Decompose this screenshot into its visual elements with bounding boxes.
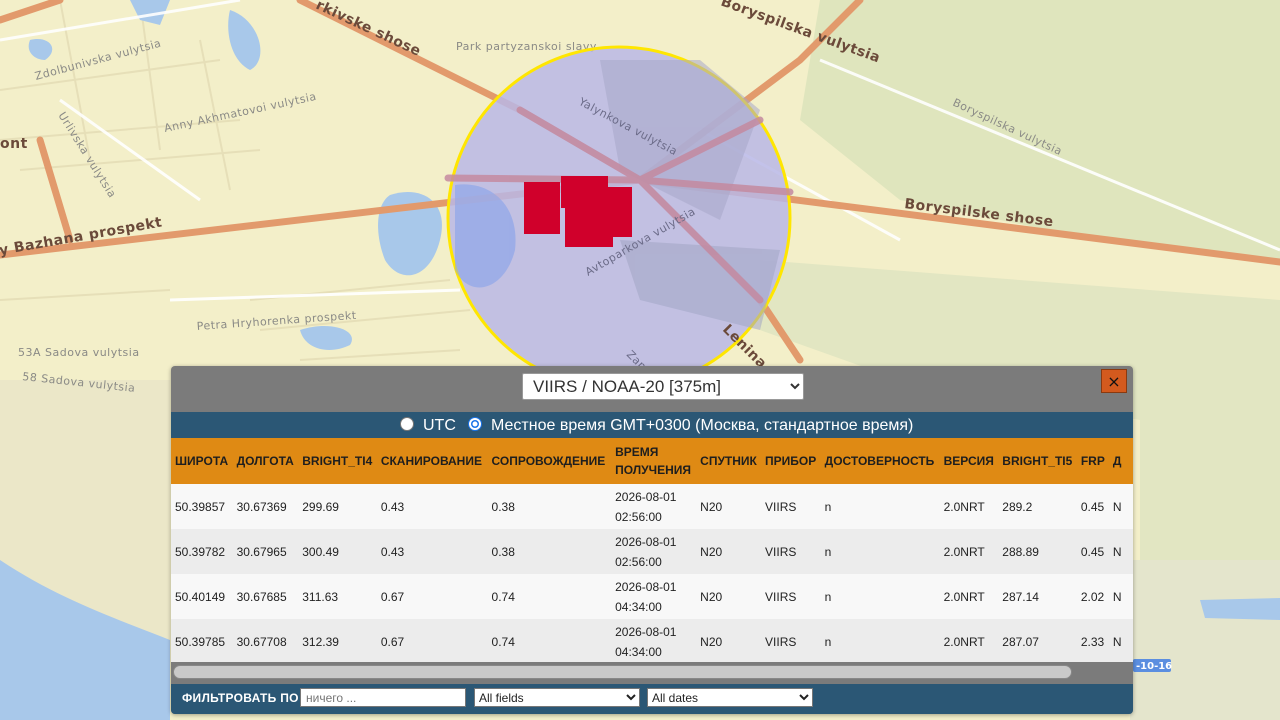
filter-bar: ФИЛЬТРОВАТЬ ПО All fields All dates [171, 684, 1133, 714]
table-cell: N20 [696, 529, 762, 574]
fire-data-panel: VIIRS / NOAA-20 [375m] × UTC Местное вре… [171, 366, 1133, 714]
table-cell: 0.74 [487, 619, 612, 662]
table-cell: 2.33 [1076, 619, 1109, 662]
table-header-row: ШИРОТА ДОЛГОТА BRIGHT_TI4 СКАНИРОВАНИЕ СОПРО… [171, 438, 1133, 484]
table-cell: 2026-08-01 02:56:00 [611, 529, 697, 574]
table-cell: n [820, 484, 940, 529]
table-cell: VIIRS [761, 574, 821, 619]
table-cell: N20 [696, 574, 762, 619]
table-cell: 0.43 [376, 529, 488, 574]
column-header[interactable]: BRIGHT_TI4 [298, 438, 377, 484]
table-cell: 2026-08-01 04:34:00 [611, 574, 697, 619]
table-cell: 0.38 [487, 529, 612, 574]
utc-radio[interactable] [400, 417, 414, 431]
table-cell: 2026-08-01 02:56:00 [611, 484, 697, 529]
fire-data-table[interactable]: ШИРОТА ДОЛГОТА BRIGHT_TI4 СКАНИРОВАНИЕ СОПРО… [171, 438, 1133, 662]
table-cell: 289.2 [998, 484, 1077, 529]
table-cell: N20 [696, 619, 762, 662]
table-cell: 312.39 [298, 619, 377, 662]
column-header[interactable]: ДОЛГОТА [232, 438, 299, 484]
local-time-radio[interactable] [468, 417, 482, 431]
table-cell: n [820, 574, 940, 619]
column-header[interactable]: Д [1108, 438, 1133, 484]
table-cell: 30.67965 [232, 529, 299, 574]
close-button[interactable]: × [1101, 369, 1127, 393]
table-cell: 287.14 [998, 574, 1077, 619]
table-row[interactable]: 50.39785 30.67708 312.39 0.67 0.74 2026-08-01… [171, 619, 1133, 662]
column-header[interactable]: BRIGHT_TI5 [998, 438, 1077, 484]
column-header[interactable]: ШИРОТА [171, 438, 233, 484]
table-cell: 311.63 [298, 574, 377, 619]
sensor-select[interactable]: VIIRS / NOAA-20 [375m] [522, 373, 804, 400]
column-header[interactable]: СПУТНИК [696, 438, 762, 484]
table-cell: 2026-08-01 04:34:00 [611, 619, 697, 662]
close-icon: × [1107, 372, 1121, 391]
column-header[interactable]: ПРИБОР [761, 438, 821, 484]
table-cell: N [1108, 619, 1133, 662]
column-header[interactable]: ДОСТОВЕРНОСТЬ [820, 438, 940, 484]
table-cell: N [1108, 484, 1133, 529]
table-cell: 2.0NRT [939, 529, 999, 574]
table-cell: VIIRS [761, 529, 821, 574]
table-cell: 0.45 [1076, 529, 1109, 574]
map-label: ont [0, 136, 28, 152]
table-cell: n [820, 529, 940, 574]
column-header[interactable]: СОПРОВОЖДЕНИЕ [487, 438, 612, 484]
column-header[interactable]: ВРЕМЯ ПОЛУЧЕНИЯ [611, 438, 697, 484]
timezone-bar: UTC Местное время GMT+0300 (Москва, стан… [171, 412, 1133, 438]
table-cell: N20 [696, 484, 762, 529]
table-cell: 287.07 [998, 619, 1077, 662]
table-row[interactable]: 50.39782 30.67965 300.49 0.43 0.38 2026-08-01… [171, 529, 1133, 574]
local-time-label[interactable]: Местное время GMT+0300 (Москва, стандарт… [491, 417, 913, 435]
column-header[interactable]: FRP [1076, 438, 1109, 484]
fire-hotspot[interactable] [524, 182, 560, 234]
table-cell: VIIRS [761, 619, 821, 662]
fire-hotspot[interactable] [584, 187, 632, 237]
table-cell: N [1108, 574, 1133, 619]
table-cell: 288.89 [998, 529, 1077, 574]
table-cell: 50.40149 [171, 574, 233, 619]
table-cell: 0.67 [376, 619, 488, 662]
table-cell: VIIRS [761, 484, 821, 529]
filter-label: ФИЛЬТРОВАТЬ ПО [182, 691, 299, 705]
table-row[interactable]: 50.39857 30.67369 299.69 0.43 0.38 2026-08-01… [171, 484, 1133, 529]
table-cell: 0.43 [376, 484, 488, 529]
table-cell: 30.67708 [232, 619, 299, 662]
filter-dates-select[interactable]: All dates [647, 688, 813, 707]
table-cell: 2.0NRT [939, 484, 999, 529]
table-cell: 299.69 [298, 484, 377, 529]
column-header[interactable]: ВЕРСИЯ [939, 438, 999, 484]
filter-fields-select[interactable]: All fields [474, 688, 640, 707]
table-cell: 2.0NRT [939, 574, 999, 619]
table-cell: 2.0NRT [939, 619, 999, 662]
map-highway-label: -10-16 [1136, 661, 1172, 672]
table-cell: 0.38 [487, 484, 612, 529]
filter-input[interactable] [300, 688, 466, 707]
table-cell: 30.67685 [232, 574, 299, 619]
table-cell: 0.67 [376, 574, 488, 619]
map-label: 53A Sadova vulytsia [18, 346, 140, 359]
scrollbar-thumb[interactable] [173, 665, 1072, 679]
table-cell: N [1108, 529, 1133, 574]
table-cell: 50.39857 [171, 484, 233, 529]
table-cell: 0.45 [1076, 484, 1109, 529]
table-cell: 50.39782 [171, 529, 233, 574]
column-header[interactable]: СКАНИРОВАНИЕ [376, 438, 488, 484]
utc-label[interactable]: UTC [423, 417, 456, 435]
table-cell: n [820, 619, 940, 662]
table-cell: 300.49 [298, 529, 377, 574]
table-cell: 2.02 [1076, 574, 1109, 619]
horizontal-scrollbar[interactable] [171, 662, 1133, 684]
table-cell: 0.74 [487, 574, 612, 619]
table-row[interactable]: 50.40149 30.67685 311.63 0.67 0.74 2026-08-01… [171, 574, 1133, 619]
table-cell: 30.67369 [232, 484, 299, 529]
table-cell: 50.39785 [171, 619, 233, 662]
